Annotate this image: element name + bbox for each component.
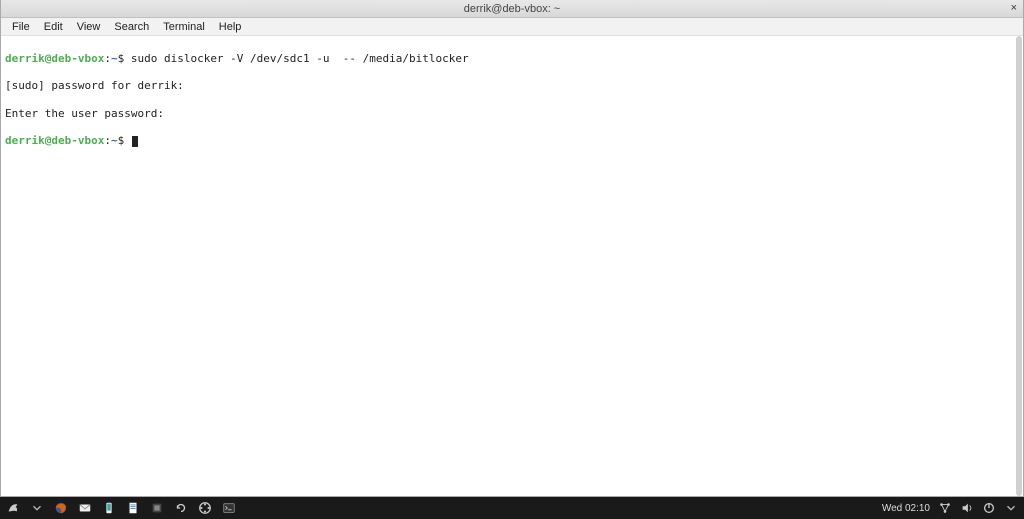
mail-icon[interactable] — [78, 501, 92, 515]
prompt-sep: : — [104, 134, 111, 147]
applications-menu-icon[interactable] — [6, 501, 20, 515]
window-title: derrik@deb-vbox: ~ — [464, 3, 560, 15]
volume-icon[interactable] — [960, 501, 974, 515]
menu-file[interactable]: File — [7, 19, 35, 35]
cursor-block — [132, 136, 138, 147]
chevron-down-icon[interactable] — [1004, 501, 1018, 515]
menu-view[interactable]: View — [72, 19, 106, 35]
menu-edit[interactable]: Edit — [39, 19, 68, 35]
terminal-area[interactable]: derrik@deb-vbox:~$ sudo dislocker -V /de… — [1, 36, 1023, 496]
command-text: sudo dislocker -V /dev/sdc1 -u -- /media… — [131, 52, 469, 65]
menu-help[interactable]: Help — [214, 19, 247, 35]
terminal-taskbar-icon[interactable] — [222, 501, 236, 515]
titlebar[interactable]: derrik@deb-vbox: ~ × — [1, 0, 1023, 18]
prompt-sep: : — [104, 52, 111, 65]
refresh-icon[interactable] — [174, 501, 188, 515]
prompt-userhost: derrik@deb-vbox — [5, 134, 104, 147]
network-icon[interactable] — [938, 501, 952, 515]
menu-terminal[interactable]: Terminal — [158, 19, 210, 35]
panel-right: Wed 02:10 — [882, 501, 1018, 515]
files-icon[interactable] — [150, 501, 164, 515]
gnome-circle-icon[interactable] — [198, 501, 212, 515]
bottom-panel: Wed 02:10 — [0, 497, 1024, 519]
terminal-window: derrik@deb-vbox: ~ × File Edit View Sear… — [0, 0, 1024, 497]
panel-left — [6, 501, 236, 515]
firefox-icon[interactable] — [54, 501, 68, 515]
prompt-symbol: $ — [118, 52, 125, 65]
menubar: File Edit View Search Terminal Help — [1, 18, 1023, 36]
document-icon[interactable] — [126, 501, 140, 515]
prompt-userhost: derrik@deb-vbox — [5, 52, 104, 65]
scrollbar[interactable] — [1016, 36, 1022, 496]
clock[interactable]: Wed 02:10 — [882, 503, 930, 514]
menu-search[interactable]: Search — [109, 19, 154, 35]
output-line: [sudo] password for derrik: — [5, 79, 1019, 93]
prompt-path: ~ — [111, 52, 118, 65]
prompt-symbol: $ — [118, 134, 125, 147]
prompt-path: ~ — [111, 134, 118, 147]
phone-icon[interactable] — [102, 501, 116, 515]
chevron-down-icon[interactable] — [30, 501, 44, 515]
output-line: Enter the user password: — [5, 107, 1019, 121]
close-icon[interactable]: × — [1011, 2, 1017, 14]
power-icon[interactable] — [982, 501, 996, 515]
